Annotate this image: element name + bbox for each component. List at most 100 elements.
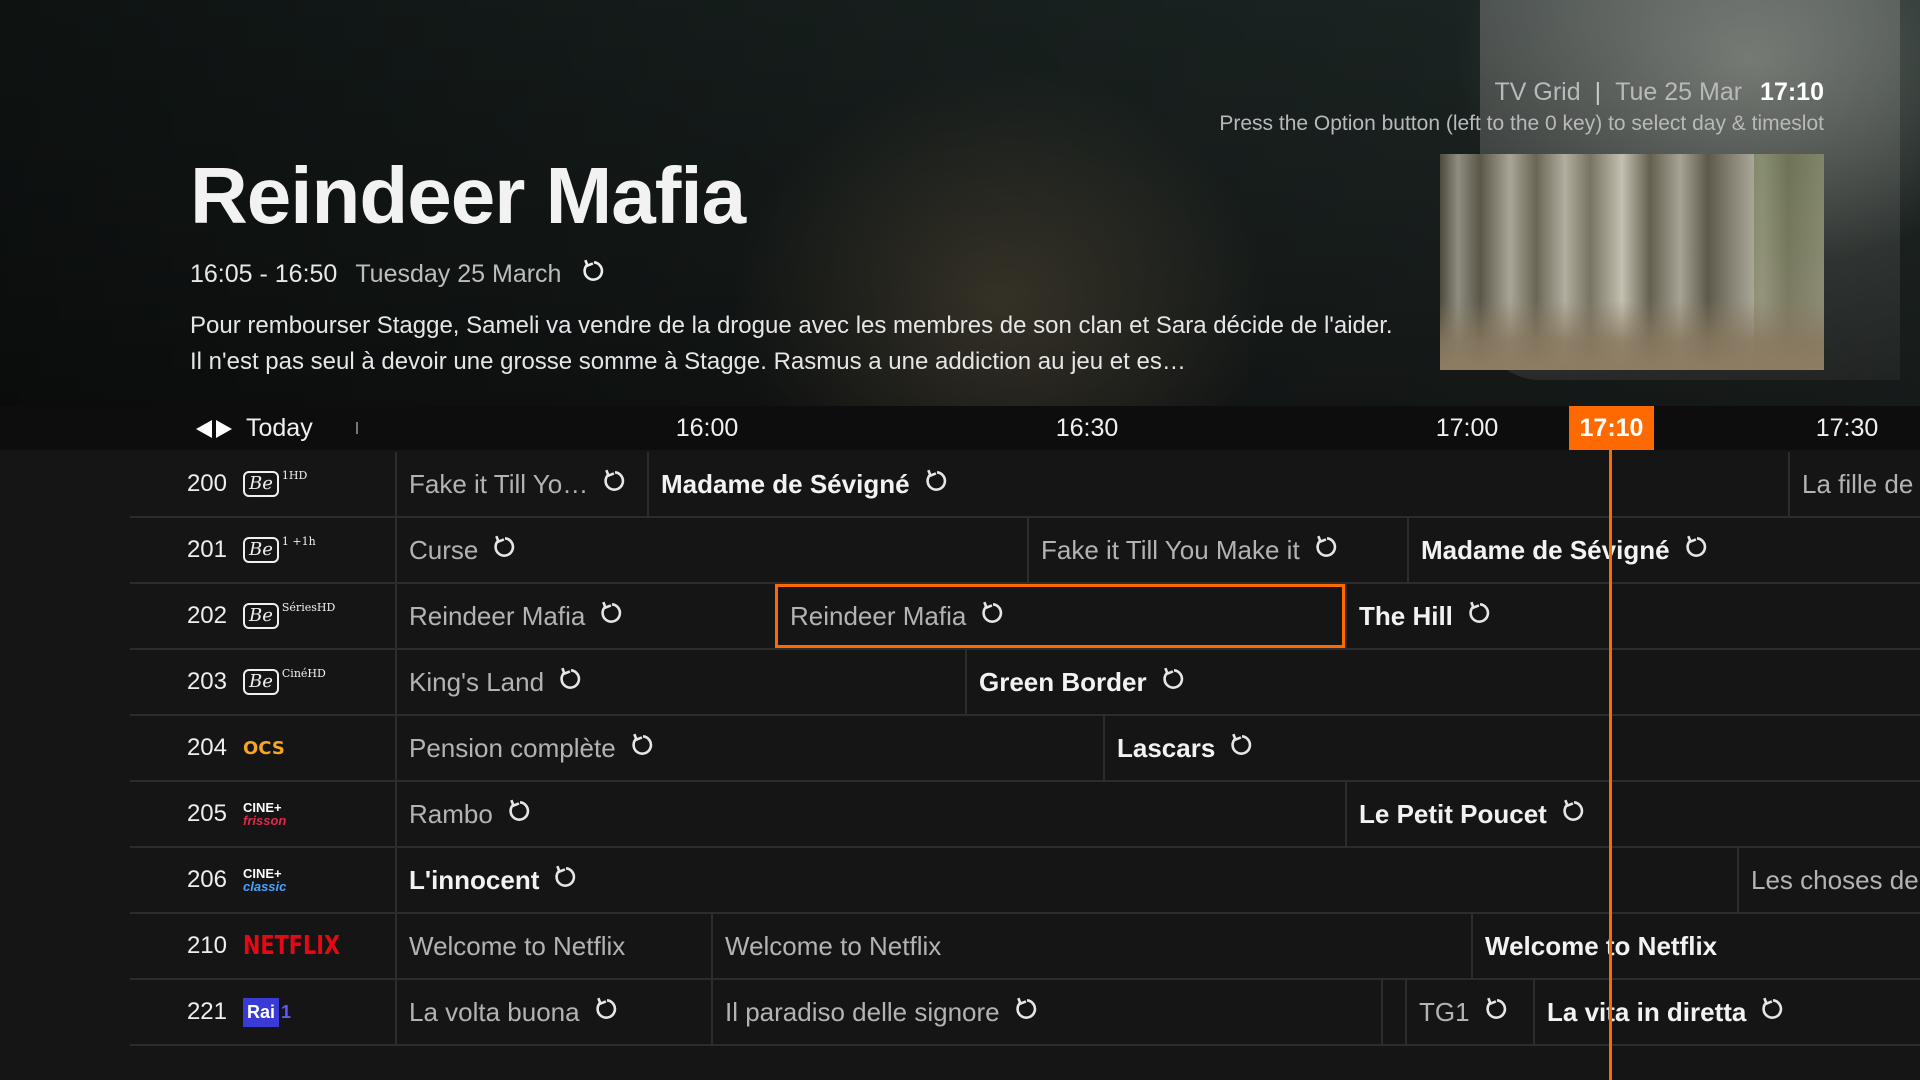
program-cell[interactable]: The Hill [1345, 584, 1845, 648]
channel-logo: Be 1HD [243, 469, 307, 497]
program-cell[interactable]: Curse [395, 518, 1027, 582]
channel-number: 203 [186, 668, 227, 695]
channel-cell[interactable]: 205 CINE+ frisson [130, 782, 395, 846]
program-cell[interactable]: Rambo [395, 782, 1345, 846]
tick-16-30: 16:30 [1055, 414, 1119, 442]
thumbnail-ground [1440, 300, 1824, 370]
program-cell[interactable]: Reindeer Mafia [395, 584, 775, 648]
channel-cell[interactable]: 206 CINE+ classic [130, 848, 395, 912]
channel-number: 202 [186, 602, 227, 629]
channel-row-210: 210 NETFLIX Welcome to Netflix Welcome to N… [130, 914, 1920, 980]
channel-logo: CINE+ frisson [243, 801, 286, 827]
program-cell-title: Fake it Till You Make it [1041, 534, 1300, 565]
channel-logo-cine-classic: CINE+ classic [243, 867, 286, 893]
day-marker [356, 422, 358, 434]
program-thumbnail [1440, 154, 1824, 370]
channel-row-205: 205 CINE+ frisson Rambo Le Petit Poucet [130, 782, 1920, 848]
replay-icon [1484, 996, 1510, 1029]
logo-text: Be [243, 669, 279, 695]
channel-cell[interactable]: 221 Rai 1 [130, 980, 395, 1044]
program-cell[interactable]: TG1 [1405, 980, 1533, 1044]
replay-icon [1161, 666, 1187, 699]
current-time-badge: 17:10 [1569, 406, 1654, 450]
header-info: TV Grid | Tue 25 Mar 17:10 [1495, 78, 1824, 107]
program-description: Pour rembourser Stagge, Sameli va vendre… [190, 312, 1393, 375]
program-cell-title: Lascars [1117, 732, 1216, 763]
program-cell[interactable]: L'innocent [395, 848, 1737, 912]
replay-icon [581, 258, 607, 291]
program-cell-title: TG1 [1419, 996, 1470, 1027]
logo-text: Be [243, 537, 279, 563]
program-cell[interactable]: Welcome to Netflix [1471, 914, 1920, 978]
program-cell-title: The Hill [1359, 600, 1453, 631]
program-cell[interactable]: Les choses de [1737, 848, 1920, 912]
program-cell-title: Reindeer Mafia [790, 600, 967, 631]
channel-logo: Rai 1 [243, 997, 292, 1027]
program-cell[interactable]: Madame de Sévigné [1407, 518, 1857, 582]
program-cell[interactable]: Welcome to Netflix [395, 914, 711, 978]
program-cell-title: Welcome to Netflix [409, 930, 626, 961]
program-cell[interactable]: Green Border [965, 650, 1920, 714]
program-cell[interactable]: Pension complète [395, 716, 1103, 780]
current-time-line [1609, 450, 1612, 1080]
program-cell-title: Rambo [409, 798, 493, 829]
program-cell-title: Pension complète [409, 732, 616, 763]
logo-suffix: CinéHD [281, 667, 326, 680]
program-cell-title: Les choses de [1751, 864, 1919, 895]
channel-row-221: 221 Rai 1 La volta buona Il paradiso delle s… [130, 980, 1920, 1046]
replay-icon [553, 864, 579, 897]
channel-cell[interactable]: 200 Be 1HD [130, 452, 395, 516]
replay-icon [492, 534, 518, 567]
day-navigation[interactable]: Today [192, 414, 313, 443]
program-cell[interactable]: Welcome to Netflix [711, 914, 1471, 978]
channel-logo-netflix: NETFLIX [243, 931, 341, 961]
channel-cell[interactable]: 201 Be 1 +1h [130, 518, 395, 582]
channel-logo: NETFLIX [243, 931, 364, 961]
channel-number: 204 [186, 734, 227, 761]
program-cell[interactable]: La volta buona [395, 980, 711, 1044]
next-day-icon[interactable] [214, 418, 236, 440]
channel-logo: Be SériesHD [243, 601, 336, 629]
channel-logo-be-cine-hd: Be CinéHD [243, 667, 326, 695]
header-separator: | [1594, 78, 1602, 106]
logo-subtext: classic [243, 879, 287, 894]
replay-icon [1229, 732, 1255, 765]
replay-icon [594, 996, 620, 1029]
replay-icon [924, 468, 950, 501]
option-hint: Press the Option button (left to the 0 k… [1219, 112, 1824, 135]
channel-cell[interactable]: 210 NETFLIX [130, 914, 395, 978]
program-cell[interactable]: La vita in diretta [1533, 980, 1920, 1044]
program-cell-title: Madame de Sévigné [661, 468, 910, 499]
program-cell-title: La vita in diretta [1547, 996, 1747, 1027]
program-cell[interactable]: Madame de Sévigné [647, 452, 1788, 516]
program-cell-title: La volta buona [409, 996, 580, 1027]
channel-cell[interactable]: 202 Be SériesHD [130, 584, 395, 648]
channel-number: 200 [186, 470, 227, 497]
program-cell[interactable]: Fake it Till Yo… [395, 452, 647, 516]
channel-logo-be1-plus1h: Be 1 +1h [243, 535, 316, 563]
program-cell-title: Welcome to Netflix [1485, 930, 1718, 961]
channel-logo-rai-1: Rai 1 [243, 997, 292, 1027]
program-cell[interactable] [1381, 980, 1405, 1044]
program-cell-selected[interactable]: Reindeer Mafia [775, 584, 1345, 648]
channel-logo-ocs: OCS [243, 737, 285, 759]
logo-subtext: 1 [281, 1001, 292, 1022]
program-cell[interactable]: Il paradiso delle signore [711, 980, 1381, 1044]
channel-logo-be-series-hd: Be SériesHD [243, 601, 336, 629]
program-cell[interactable]: Fake it Till You Make it [1027, 518, 1407, 582]
program-cell-title: Reindeer Mafia [409, 600, 586, 631]
program-time: 16:05 - 16:50 [190, 260, 338, 288]
channel-number: 205 [186, 800, 227, 827]
logo-subtext: frisson [243, 813, 287, 828]
channel-cell[interactable]: 203 Be CinéHD [130, 650, 395, 714]
program-cell[interactable]: Lascars [1103, 716, 1903, 780]
header-time: 17:10 [1760, 78, 1824, 106]
replay-icon [599, 600, 625, 633]
program-cell[interactable]: La fille de s [1788, 452, 1920, 516]
logo-suffix: SériesHD [281, 601, 336, 614]
program-cell[interactable]: King's Land [395, 650, 965, 714]
time-bar: Today 16:00 16:30 17:00 17:30 17:10 [0, 406, 1920, 450]
channel-cell[interactable]: 204 OCS [130, 716, 395, 780]
prev-day-icon[interactable] [192, 418, 214, 440]
program-cell[interactable]: Le Petit Poucet [1345, 782, 1845, 846]
